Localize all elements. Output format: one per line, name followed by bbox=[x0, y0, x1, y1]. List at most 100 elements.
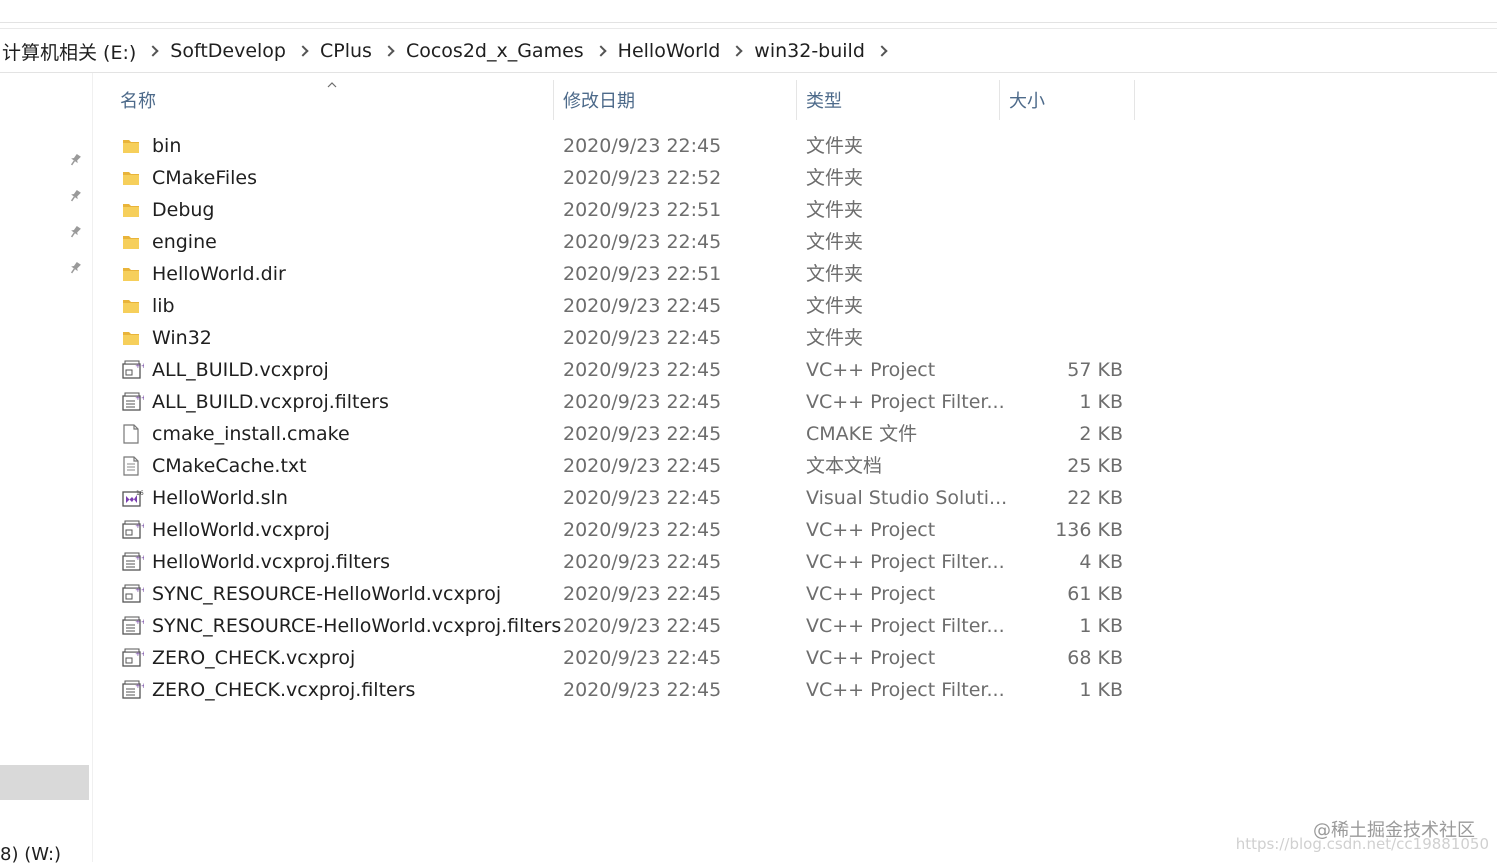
file-row[interactable]: CMakeFiles 2020/9/23 22:52 文件夹 bbox=[110, 162, 1140, 194]
file-date: 2020/9/23 22:45 bbox=[563, 359, 722, 381]
folder-icon bbox=[122, 290, 146, 322]
chevron-right-icon[interactable] bbox=[374, 41, 404, 61]
filters-icon: ++ bbox=[122, 610, 146, 642]
file-row[interactable]: cmake_install.cmake 2020/9/23 22:45 CMAKE … bbox=[110, 418, 1140, 450]
file-name[interactable]: HelloWorld.vcxproj bbox=[152, 514, 330, 546]
pin-icon[interactable] bbox=[68, 225, 82, 239]
file-row[interactable]: 16 HelloWorld.sln 2020/9/23 22:45 Visual St… bbox=[110, 482, 1140, 514]
address-bar[interactable]: 计算机相关 (E:) SoftDevelop CPlus Cocos2d_x_G… bbox=[0, 30, 1497, 73]
file-type: VC++ Project bbox=[806, 359, 936, 381]
window-top-divider bbox=[0, 28, 1497, 29]
file-row[interactable]: bin 2020/9/23 22:45 文件夹 bbox=[110, 130, 1140, 162]
column-divider[interactable] bbox=[1134, 80, 1135, 120]
chevron-right-icon[interactable] bbox=[722, 41, 752, 61]
file-name[interactable]: ALL_BUILD.vcxproj.filters bbox=[152, 386, 389, 418]
file-size: 1 KB bbox=[1079, 615, 1123, 637]
svg-text:++: ++ bbox=[135, 650, 144, 658]
file-name[interactable]: lib bbox=[152, 290, 175, 322]
watermark-url: https://blog.csdn.net/cc19881050 bbox=[1235, 835, 1489, 853]
breadcrumb-drive[interactable]: 计算机相关 (E:) bbox=[0, 38, 138, 65]
file-size: 61 KB bbox=[1067, 583, 1123, 605]
file-row[interactable]: ++ ZERO_CHECK.vcxproj 2020/9/23 22:45 VC++ … bbox=[110, 642, 1140, 674]
chevron-right-icon[interactable] bbox=[138, 41, 168, 61]
breadcrumb-cplus[interactable]: CPlus bbox=[318, 40, 374, 62]
file-row[interactable]: ++ SYNC_RESOURCE-HelloWorld.vcxproj.filte… bbox=[110, 610, 1140, 642]
nav-selected-item[interactable] bbox=[0, 765, 89, 800]
file-name[interactable]: HelloWorld.sln bbox=[152, 482, 288, 514]
file-name[interactable]: Debug bbox=[152, 194, 214, 226]
file-size bbox=[1000, 194, 1123, 226]
filters-icon: ++ bbox=[122, 546, 146, 578]
file-size bbox=[1000, 290, 1123, 322]
breadcrumb-cocos[interactable]: Cocos2d_x_Games bbox=[404, 40, 586, 62]
column-header-date[interactable]: 修改日期 bbox=[553, 80, 796, 120]
vcxproj-icon: ++ bbox=[122, 514, 146, 546]
sln-icon: 16 bbox=[122, 482, 146, 514]
file-type: 文件夹 bbox=[806, 167, 864, 189]
file-name[interactable]: CMakeCache.txt bbox=[152, 450, 307, 482]
file-row[interactable]: ++ ZERO_CHECK.vcxproj.filters 2020/9/23 22… bbox=[110, 674, 1140, 706]
file-name[interactable]: HelloWorld.dir bbox=[152, 258, 286, 290]
pin-icon[interactable] bbox=[68, 189, 82, 203]
file-name[interactable]: bin bbox=[152, 130, 181, 162]
file-type: VC++ Project Filter... bbox=[806, 391, 1005, 413]
svg-text:++: ++ bbox=[135, 554, 144, 562]
column-header-type[interactable]: 类型 bbox=[796, 80, 999, 120]
file-date: 2020/9/23 22:45 bbox=[563, 551, 722, 573]
file-row[interactable]: ++ ALL_BUILD.vcxproj 2020/9/23 22:45 VC++ P… bbox=[110, 354, 1140, 386]
file-name[interactable]: HelloWorld.vcxproj.filters bbox=[152, 546, 390, 578]
file-size bbox=[1000, 130, 1123, 162]
breadcrumb-win32-build[interactable]: win32-build bbox=[752, 40, 867, 62]
file-size: 4 KB bbox=[1079, 551, 1123, 573]
file-row[interactable]: ++ HelloWorld.vcxproj 2020/9/23 22:45 VC++ … bbox=[110, 514, 1140, 546]
text-file-icon bbox=[122, 450, 146, 482]
folder-icon bbox=[122, 258, 146, 290]
file-name[interactable]: ZERO_CHECK.vcxproj bbox=[152, 642, 355, 674]
file-row[interactable]: ++ ALL_BUILD.vcxproj.filters 2020/9/23 22:… bbox=[110, 386, 1140, 418]
file-name[interactable]: CMakeFiles bbox=[152, 162, 257, 194]
file-row[interactable]: ++ HelloWorld.vcxproj.filters 2020/9/23 22… bbox=[110, 546, 1140, 578]
file-name[interactable]: Win32 bbox=[152, 322, 212, 354]
file-type: 文件夹 bbox=[806, 135, 864, 157]
pin-icon[interactable] bbox=[68, 153, 82, 167]
file-row[interactable]: ++ SYNC_RESOURCE-HelloWorld.vcxproj 2020/9… bbox=[110, 578, 1140, 610]
chevron-right-icon[interactable] bbox=[586, 41, 616, 61]
file-date: 2020/9/23 22:51 bbox=[563, 199, 722, 221]
column-header-size[interactable]: 大小 bbox=[999, 80, 1134, 120]
file-type: VC++ Project Filter... bbox=[806, 679, 1005, 701]
chevron-right-icon[interactable] bbox=[288, 41, 318, 61]
file-name[interactable]: SYNC_RESOURCE-HelloWorld.vcxproj bbox=[152, 578, 501, 610]
file-row[interactable]: Win32 2020/9/23 22:45 文件夹 bbox=[110, 322, 1140, 354]
file-name[interactable]: ALL_BUILD.vcxproj bbox=[152, 354, 329, 386]
file-type: 文件夹 bbox=[806, 263, 864, 285]
file-size: 1 KB bbox=[1079, 679, 1123, 701]
file-date: 2020/9/23 22:45 bbox=[563, 135, 722, 157]
column-header-name[interactable]: 名称 bbox=[110, 80, 553, 120]
file-type: 文件夹 bbox=[806, 231, 864, 253]
chevron-right-icon[interactable] bbox=[867, 41, 897, 61]
file-row[interactable]: CMakeCache.txt 2020/9/23 22:45 文本文档 25 KB bbox=[110, 450, 1140, 482]
file-name[interactable]: engine bbox=[152, 226, 217, 258]
breadcrumb-softdevelop[interactable]: SoftDevelop bbox=[168, 40, 288, 62]
file-row[interactable]: engine 2020/9/23 22:45 文件夹 bbox=[110, 226, 1140, 258]
file-name[interactable]: ZERO_CHECK.vcxproj.filters bbox=[152, 674, 415, 706]
file-size: 136 KB bbox=[1055, 519, 1123, 541]
file-row[interactable]: HelloWorld.dir 2020/9/23 22:51 文件夹 bbox=[110, 258, 1140, 290]
pin-icon[interactable] bbox=[68, 261, 82, 275]
file-name[interactable]: cmake_install.cmake bbox=[152, 418, 350, 450]
folder-icon bbox=[122, 162, 146, 194]
file-date: 2020/9/23 22:45 bbox=[563, 423, 722, 445]
file-date: 2020/9/23 22:45 bbox=[563, 583, 722, 605]
svg-text:++: ++ bbox=[135, 362, 144, 370]
file-name[interactable]: SYNC_RESOURCE-HelloWorld.vcxproj.filters bbox=[152, 610, 561, 642]
file-type: VC++ Project bbox=[806, 583, 936, 605]
folder-icon bbox=[122, 130, 146, 162]
file-date: 2020/9/23 22:45 bbox=[563, 519, 722, 541]
file-size bbox=[1000, 162, 1123, 194]
svg-text:16: 16 bbox=[136, 490, 144, 497]
file-row[interactable]: Debug 2020/9/23 22:51 文件夹 bbox=[110, 194, 1140, 226]
breadcrumb-helloworld[interactable]: HelloWorld bbox=[616, 40, 723, 62]
file-row[interactable]: lib 2020/9/23 22:45 文件夹 bbox=[110, 290, 1140, 322]
filters-icon: ++ bbox=[122, 386, 146, 418]
window-top-strip bbox=[0, 0, 1497, 23]
